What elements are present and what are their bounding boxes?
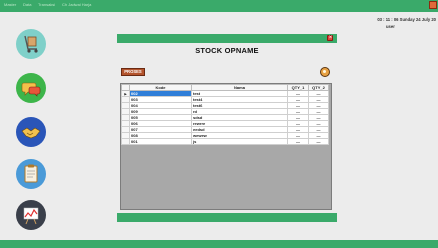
status-bar	[0, 240, 438, 248]
panel-close-button[interactable]	[327, 34, 333, 42]
menu-item-master[interactable]: Master	[4, 2, 16, 7]
proses-button[interactable]: PROSES	[121, 68, 145, 76]
trolley-icon[interactable]	[16, 29, 46, 59]
menu-item-jadwal[interactable]: Ch Jadwal Harja	[62, 2, 91, 7]
panel-header-bar	[117, 34, 337, 43]
menu-item-data[interactable]: Data	[23, 2, 31, 7]
row-header	[121, 138, 130, 145]
page-title: STOCK OPNAME	[195, 46, 259, 55]
chart-icon[interactable]	[16, 200, 46, 230]
datetime-label: 03 : 11 : 06 Sunday 24 July 20	[377, 17, 436, 22]
stock-table: Kode Nama QTY_1 QTY_2 ▶ 002 test — — 003	[121, 84, 329, 145]
app-window: Master Data Transaksi Ch Jadwal Harja 03…	[0, 0, 438, 248]
user-label: user	[386, 24, 395, 29]
menu-bar: Master Data Transaksi Ch Jadwal Harja	[0, 0, 438, 12]
chat-icon[interactable]	[16, 73, 46, 103]
cell-qty1[interactable]: —	[287, 138, 309, 145]
table-row[interactable]: 001 js — —	[121, 138, 329, 145]
cell-qty2[interactable]: —	[308, 138, 329, 145]
handshake-icon[interactable]	[16, 117, 46, 147]
stock-grid[interactable]: Kode Nama QTY_1 QTY_2 ▶ 002 test — — 003	[120, 83, 332, 210]
refresh-icon[interactable]	[320, 67, 330, 77]
cell-nama[interactable]: js	[191, 138, 288, 145]
clipboard-icon[interactable]	[16, 159, 46, 189]
cell-kode[interactable]: 001	[129, 138, 192, 145]
window-close-button[interactable]	[429, 1, 437, 9]
panel-footer-bar	[117, 213, 337, 222]
menu-item-transaksi[interactable]: Transaksi	[38, 2, 55, 7]
